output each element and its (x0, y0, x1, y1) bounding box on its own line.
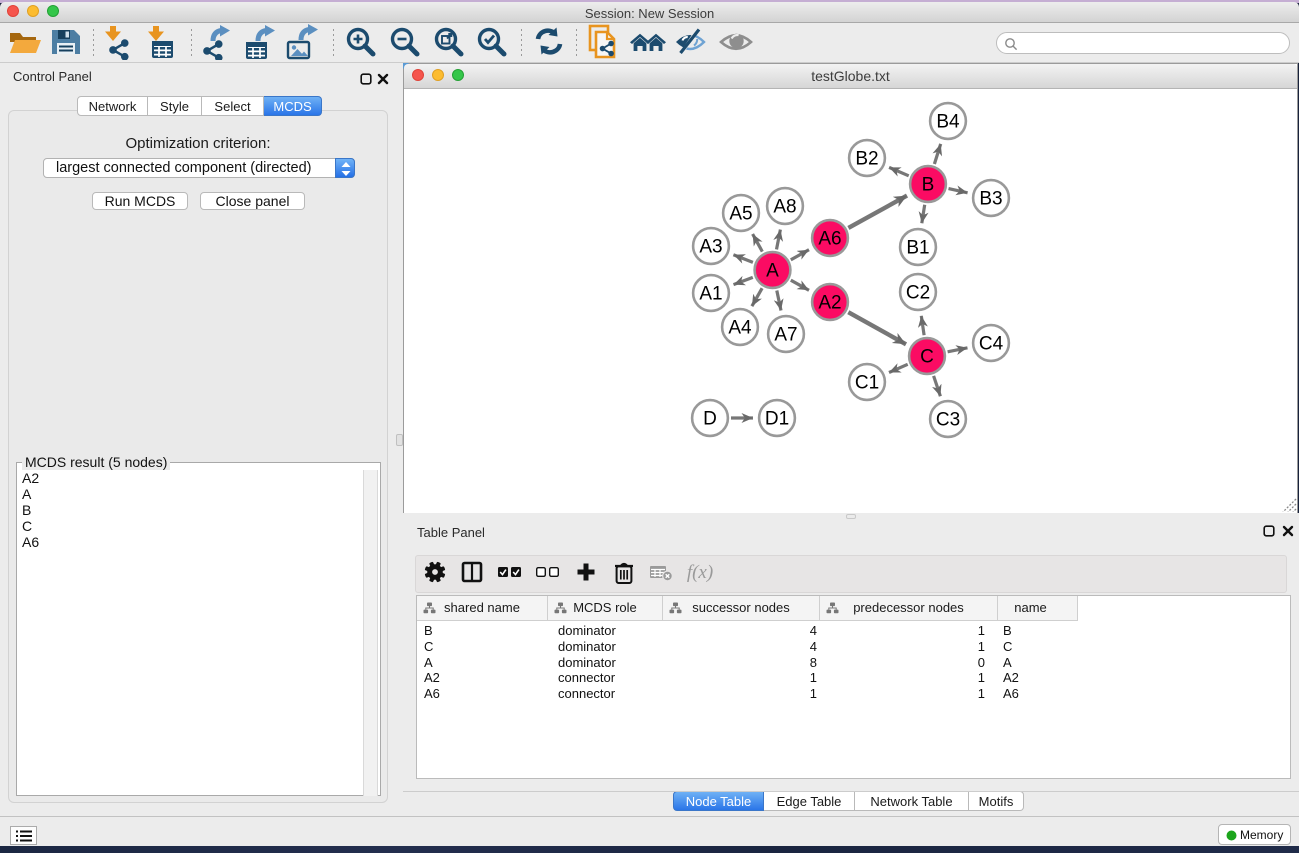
svg-text:A1: A1 (699, 284, 722, 305)
svg-text:A5: A5 (729, 204, 752, 225)
svg-text:f(x): f(x) (687, 562, 713, 583)
svg-text:C2: C2 (906, 283, 930, 304)
svg-text:B2: B2 (855, 149, 878, 170)
svg-text:D: D (703, 409, 717, 430)
svg-text:A4: A4 (728, 318, 752, 339)
svg-text:C: C (920, 347, 934, 368)
svg-text:C3: C3 (936, 410, 960, 431)
svg-text:B1: B1 (906, 238, 929, 259)
svg-text:A2: A2 (818, 293, 841, 314)
svg-text:B4: B4 (936, 112, 960, 133)
svg-text:C1: C1 (855, 373, 879, 394)
svg-text:A7: A7 (774, 325, 797, 346)
svg-text:D1: D1 (765, 409, 789, 430)
svg-text:C4: C4 (979, 334, 1004, 355)
svg-text:B3: B3 (979, 189, 1002, 210)
svg-text:A3: A3 (699, 237, 722, 258)
svg-text:A: A (766, 261, 779, 282)
svg-text:B: B (922, 175, 935, 196)
svg-text:A8: A8 (773, 197, 796, 218)
svg-text:A6: A6 (818, 229, 841, 250)
